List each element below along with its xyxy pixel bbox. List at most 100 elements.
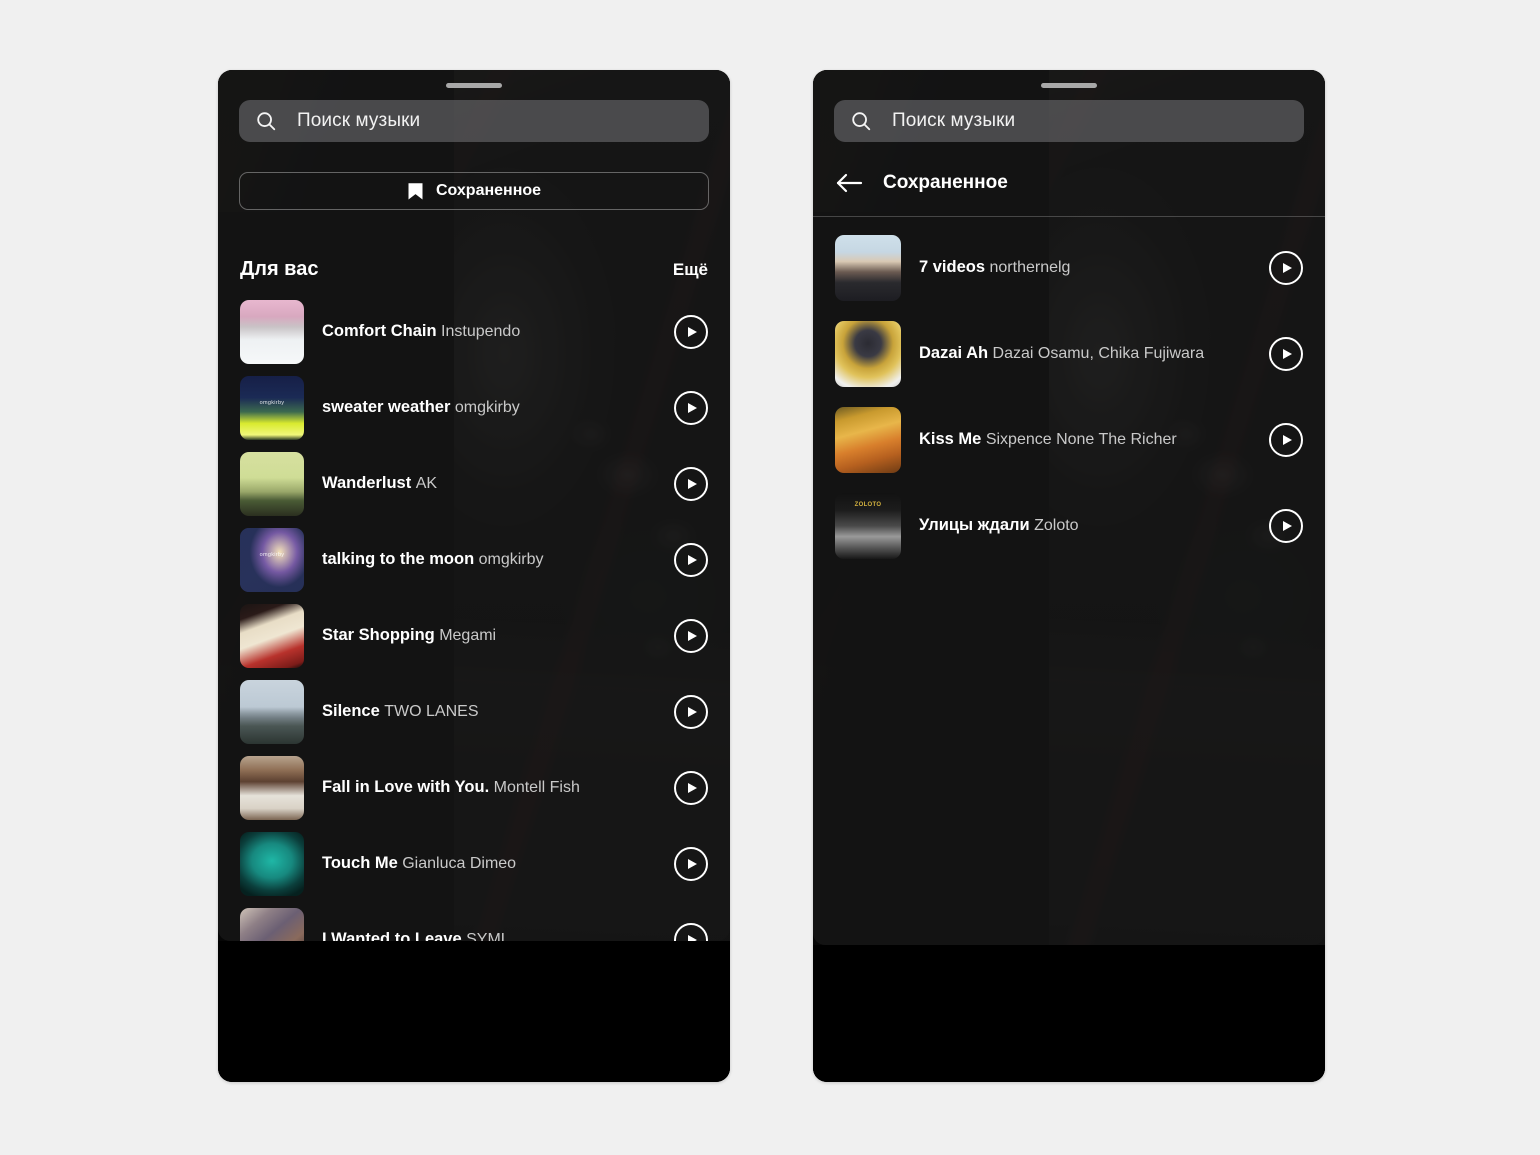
artwork-caption: omgkirby: [259, 400, 285, 407]
track-artwork: omgkirby: [240, 528, 304, 592]
play-button[interactable]: [674, 467, 708, 501]
sheet-drag-handle[interactable]: [813, 70, 1325, 100]
sheet-drag-handle[interactable]: [218, 70, 730, 100]
play-button[interactable]: [674, 391, 708, 425]
play-button[interactable]: [1269, 423, 1303, 457]
arrow-left-icon[interactable]: [835, 172, 863, 194]
track-artwork: [240, 300, 304, 364]
track-artist: Megami: [439, 627, 497, 645]
search-icon: [255, 110, 277, 132]
track-title: Star Shopping: [322, 626, 435, 645]
search-input[interactable]: Поиск музыки: [239, 100, 709, 142]
play-icon: [688, 403, 697, 413]
art-talking-to-the-moon: [240, 528, 304, 592]
screenshot-canvas: Поиск музыки Сохраненное Для вас Ещё Com…: [0, 0, 1540, 1155]
track-list-saved: 7 videos northernelg Dazai Ah Dazai Osam…: [813, 225, 1325, 569]
track-artwork: [835, 321, 901, 387]
track-artist: Zoloto: [1034, 517, 1079, 535]
track-title: I Wanted to Leave: [322, 930, 462, 941]
track-title: Silence: [322, 702, 380, 721]
track-title: 7 videos: [919, 258, 986, 277]
search-placeholder: Поиск музыки: [892, 110, 1016, 131]
saved-header: Сохраненное: [835, 172, 1303, 194]
play-button[interactable]: [1269, 337, 1303, 371]
art-i-wanted-to-leave: [240, 908, 304, 941]
track-artist: Dazai Osamu, Chika Fujiwara: [992, 345, 1205, 363]
track-row[interactable]: Comfort Chain Instupendo: [218, 294, 730, 370]
music-sheet-right: Поиск музыки Сохраненное 7 videos northe…: [813, 70, 1325, 945]
track-artwork: [240, 908, 304, 941]
track-artist: TWO LANES: [384, 703, 479, 721]
search-icon: [850, 110, 872, 132]
track-title: Fall in Love with You.: [322, 778, 490, 797]
art-fall-in-love: [240, 756, 304, 820]
track-row[interactable]: Touch Me Gianluca Dimeo: [218, 826, 730, 902]
track-artwork: [240, 756, 304, 820]
track-title: Kiss Me: [919, 430, 982, 449]
track-artist: Gianluca Dimeo: [402, 855, 517, 873]
art-touch-me: [240, 832, 304, 896]
play-icon: [1283, 435, 1292, 445]
track-row[interactable]: Kiss Me Sixpence None The Richer: [813, 397, 1325, 483]
track-title: Comfort Chain: [322, 322, 437, 341]
track-row[interactable]: omgkirby talking to the moon omgkirby: [218, 522, 730, 598]
track-artist: Montell Fish: [493, 779, 580, 797]
play-button[interactable]: [674, 771, 708, 805]
track-row[interactable]: Dazai Ah Dazai Osamu, Chika Fujiwara: [813, 311, 1325, 397]
track-row[interactable]: omgkirby sweater weather omgkirby: [218, 370, 730, 446]
art-northernelg: [835, 235, 901, 301]
track-artwork: [240, 452, 304, 516]
phone-mockup-for-you: Поиск музыки Сохраненное Для вас Ещё Com…: [218, 70, 730, 1082]
play-button[interactable]: [674, 695, 708, 729]
play-icon: [688, 859, 697, 869]
drag-handle-bar[interactable]: [1041, 82, 1097, 88]
play-button[interactable]: [1269, 251, 1303, 285]
track-title: Dazai Ah: [919, 344, 989, 363]
play-button[interactable]: [674, 847, 708, 881]
play-button[interactable]: [674, 923, 708, 941]
track-title: Touch Me: [322, 854, 398, 873]
track-artist: northernelg: [989, 259, 1071, 277]
search-input[interactable]: Поиск музыки: [834, 100, 1304, 142]
track-row[interactable]: Wanderlust AK: [218, 446, 730, 522]
below-sheet-area-right: [813, 945, 1325, 1082]
play-button[interactable]: [674, 619, 708, 653]
play-button[interactable]: [674, 315, 708, 349]
art-dazai-ah: [835, 321, 901, 387]
saved-button[interactable]: Сохраненное: [239, 172, 709, 210]
play-button[interactable]: [674, 543, 708, 577]
saved-page-title: Сохраненное: [883, 172, 1008, 193]
track-row[interactable]: Fall in Love with You. Montell Fish: [218, 750, 730, 826]
track-artwork: [835, 235, 901, 301]
track-row[interactable]: I Wanted to Leave SYML: [218, 902, 730, 941]
track-row[interactable]: Silence TWO LANES: [218, 674, 730, 750]
play-icon: [1283, 263, 1292, 273]
play-icon: [688, 707, 697, 717]
artwork-caption: omgkirby: [259, 552, 285, 559]
art-kiss-me: [835, 407, 901, 473]
play-icon: [688, 555, 697, 565]
search-placeholder: Поиск музыки: [297, 110, 421, 131]
track-row[interactable]: 7 videos northernelg: [813, 225, 1325, 311]
track-artwork: [240, 680, 304, 744]
play-icon: [1283, 349, 1292, 359]
header-divider: [813, 216, 1325, 217]
drag-handle-bar[interactable]: [446, 82, 502, 88]
play-icon: [688, 783, 697, 793]
track-row[interactable]: Star Shopping Megami: [218, 598, 730, 674]
art-comfort-chain: [240, 300, 304, 364]
music-sheet-left: Поиск музыки Сохраненное Для вас Ещё Com…: [218, 70, 730, 941]
artwork-caption: ZOLOTO: [854, 502, 882, 509]
play-icon: [688, 327, 697, 337]
play-button[interactable]: [1269, 509, 1303, 543]
track-title: Wanderlust: [322, 474, 412, 493]
section-header-for-you: Для вас Ещё: [240, 258, 708, 281]
track-title: Улицы ждали: [919, 516, 1030, 535]
track-row[interactable]: ZOLOTO Улицы ждали Zoloto: [813, 483, 1325, 569]
phone-mockup-saved: Поиск музыки Сохраненное 7 videos northe…: [813, 70, 1325, 1082]
section-more-link[interactable]: Ещё: [673, 260, 708, 280]
below-sheet-area-left: [218, 941, 730, 1082]
track-title: talking to the moon: [322, 550, 475, 569]
track-artwork: [835, 407, 901, 473]
saved-button-label: Сохраненное: [435, 182, 542, 199]
